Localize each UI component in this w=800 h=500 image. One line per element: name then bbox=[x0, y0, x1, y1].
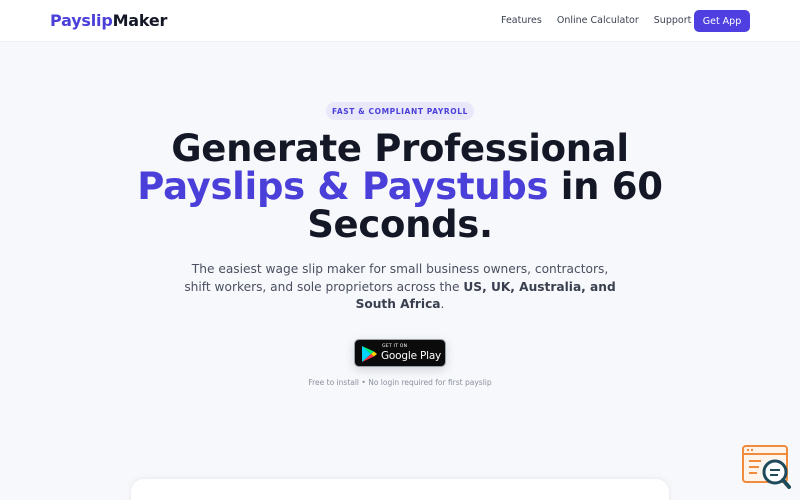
nav-online-calculator-link[interactable]: Online Calculator bbox=[557, 15, 639, 26]
google-play-button[interactable]: GET IT ON Google Play bbox=[354, 339, 446, 367]
top-navbar: PayslipMaker Features Online Calculator … bbox=[0, 0, 800, 42]
nav-support-link[interactable]: Support bbox=[654, 15, 692, 26]
headline-line3: Seconds. bbox=[307, 203, 493, 246]
logo-part2: Maker bbox=[112, 11, 168, 30]
content-card bbox=[130, 478, 670, 500]
nav-features-link[interactable]: Features bbox=[501, 15, 542, 26]
get-app-button[interactable]: Get App bbox=[694, 10, 750, 32]
main-nav: Features Online Calculator Support bbox=[501, 15, 691, 26]
hero-fineprint: Free to install • No login required for … bbox=[308, 378, 492, 387]
search-chat-icon[interactable] bbox=[741, 444, 793, 490]
logo-part1: Payslip bbox=[50, 11, 113, 30]
hero-subtitle: The easiest wage slip maker for small bu… bbox=[180, 261, 620, 314]
headline-accent: Payslips & Paystubs bbox=[137, 165, 549, 208]
headline-after-accent: in 60 bbox=[548, 165, 663, 208]
hero-headline: Generate Professional Payslips & Paystub… bbox=[100, 130, 700, 244]
google-play-icon bbox=[361, 345, 378, 367]
google-play-label: Google Play bbox=[381, 350, 442, 362]
headline-line1: Generate Professional bbox=[171, 127, 629, 170]
google-play-small-text: GET IT ON bbox=[382, 344, 408, 349]
hero-badge: FAST & COMPLIANT PAYROLL bbox=[326, 102, 474, 120]
subtitle-end: . bbox=[440, 297, 445, 311]
logo[interactable]: PayslipMaker bbox=[50, 11, 167, 30]
